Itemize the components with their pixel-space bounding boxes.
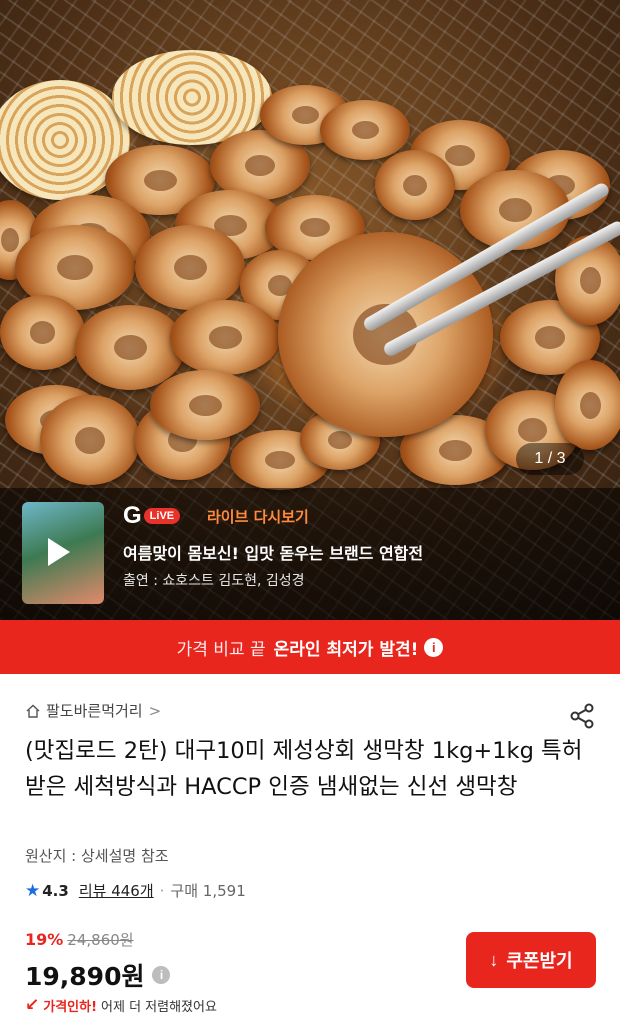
food-piece [135, 225, 245, 310]
home-icon [26, 704, 40, 718]
live-title: 여름맞이 몸보신! 입맛 돋우는 브랜드 연합전 [123, 544, 424, 563]
download-icon: ↓ [489, 949, 499, 970]
live-badge: LiVE [143, 508, 181, 524]
lowest-price-banner[interactable]: 가격 비교 끝 온라인 최저가 발견! i [0, 620, 620, 674]
rating-score: 4.3 [42, 881, 69, 900]
price-drop-notice: ↙ 가격인하! 어제 더 저렴해졌어요 [25, 995, 217, 1015]
promo-strong-text: 온라인 최저가 발견! [273, 639, 419, 660]
chevron-right-icon: > [148, 701, 162, 720]
product-title: (맛집로드 2탄) 대구10미 제성상회 생막창 1kg+1kg 특허받은 세척… [25, 738, 583, 800]
info-icon[interactable]: i [424, 637, 444, 657]
star-icon: ★ [25, 880, 41, 901]
origin-info: 원산지 : 상세설명 참조 [25, 847, 169, 865]
live-replay-label: 라이브 다시보기 [207, 508, 309, 526]
store-link[interactable]: 팔도바른먹거리 > [25, 700, 161, 721]
review-link[interactable]: 리뷰 446개 [79, 880, 154, 901]
arrow-down-icon: ↙ [25, 995, 40, 1015]
live-thumbnail[interactable] [22, 502, 104, 604]
store-name: 팔도바른먹거리 [46, 702, 143, 720]
food-piece [150, 370, 260, 440]
price-drop-highlight: 가격인하! [43, 999, 98, 1015]
image-counter: 1 / 3 [516, 443, 584, 475]
price-info-icon[interactable]: i [152, 966, 171, 984]
live-cast: 출연 : 쇼호스트 김도현, 김성경 [123, 573, 305, 589]
g-live-logo: G LiVE [123, 502, 181, 529]
food-piece [40, 395, 140, 485]
rating-row: ★ 4.3 리뷰 446개 · 구매 1,591 [25, 880, 246, 901]
food-piece [375, 150, 455, 220]
price-drop-text: 어제 더 저렴해졌어요 [101, 999, 217, 1015]
share-icon[interactable] [568, 702, 596, 730]
play-icon [48, 538, 70, 566]
live-replay-card[interactable]: G LiVE 라이브 다시보기 여름맞이 몸보신! 입맛 돋우는 브랜드 연합전… [0, 488, 620, 620]
coupon-label: 쿠폰받기 [506, 951, 573, 971]
food-piece [0, 295, 85, 370]
product-image[interactable]: 1 / 3 G LiVE 라이브 다시보기 여름맞이 몸보신! 입맛 돋우는 브… [0, 0, 620, 620]
food-piece [320, 100, 410, 160]
coupon-download-button[interactable]: ↓ 쿠폰받기 [466, 932, 596, 988]
food-piece [555, 360, 620, 450]
purchase-count: 구매 1,591 [170, 882, 246, 900]
discount-rate: 19% [25, 930, 64, 949]
promo-light-text: 가격 비교 끝 [176, 639, 266, 660]
separator: · [159, 881, 165, 900]
food-piece [170, 300, 280, 375]
g-logo-letter: G [123, 502, 142, 529]
discount-row: 19% 24,860원 [25, 929, 134, 950]
original-price: 24,860원 [67, 931, 134, 949]
sale-price: 19,890원 [25, 962, 145, 991]
price-row: 19,890원 i [25, 957, 171, 993]
food-piece [75, 305, 185, 390]
